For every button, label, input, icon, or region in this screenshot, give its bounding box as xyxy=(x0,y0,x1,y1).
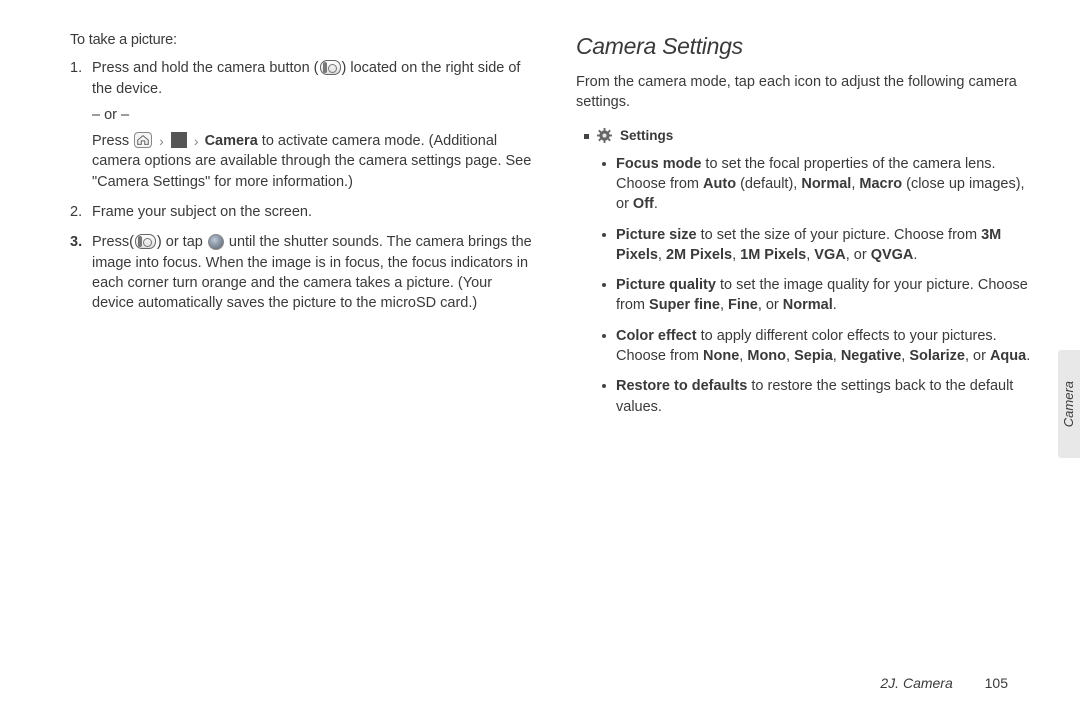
step-2: 2. Frame your subject on the screen. xyxy=(92,202,534,222)
chevron-icon: › xyxy=(194,133,199,149)
page-footer: 2J. Camera 105 xyxy=(880,674,1008,694)
steps-list: 1. Press and hold the camera button () l… xyxy=(70,58,534,313)
settings-list: Focus mode to set the focal properties o… xyxy=(576,154,1040,417)
setting-picture-quality: Picture quality to set the image quality… xyxy=(616,275,1040,316)
step-num: 1. xyxy=(70,58,82,78)
step-text: Press() or tap until the shutter sounds.… xyxy=(92,234,532,311)
step-text: Frame your subject on the screen. xyxy=(92,204,312,220)
settings-intro: From the camera mode, tap each icon to a… xyxy=(576,72,1040,113)
camera-button-icon xyxy=(320,60,341,75)
setting-color-effect: Color effect to apply different color ef… xyxy=(616,326,1040,367)
right-column: Camera Settings From the camera mode, ta… xyxy=(576,30,1040,427)
chevron-icon: › xyxy=(159,133,164,149)
camera-settings-heading: Camera Settings xyxy=(576,30,1040,62)
settings-label: Settings xyxy=(620,127,673,146)
setting-focus-mode: Focus mode to set the focal properties o… xyxy=(616,154,1040,215)
shutter-icon xyxy=(208,234,224,250)
gear-icon xyxy=(597,128,612,143)
take-picture-intro: To take a picture: xyxy=(70,30,534,50)
or-separator: – or – xyxy=(92,105,534,125)
step-num: 2. xyxy=(70,202,82,222)
page-content: To take a picture: 1. Press and hold the… xyxy=(0,0,1080,447)
home-key-icon xyxy=(134,132,152,148)
step-1: 1. Press and hold the camera button () l… xyxy=(92,58,534,192)
camera-label: Camera xyxy=(205,133,258,149)
setting-restore-defaults: Restore to defaults to restore the setti… xyxy=(616,376,1040,417)
step-1-alt: Press › › Camera to activate camera mode… xyxy=(92,131,534,192)
settings-header: Settings xyxy=(576,127,1040,146)
step-text: Press and hold the camera button () loca… xyxy=(92,60,520,96)
step-num: 3. xyxy=(70,232,82,252)
footer-section: 2J. Camera xyxy=(880,675,952,691)
side-tab-label: Camera xyxy=(1060,381,1078,427)
camera-button-icon xyxy=(135,234,156,249)
page-number: 105 xyxy=(985,675,1008,691)
section-side-tab: Camera xyxy=(1058,350,1080,458)
left-column: To take a picture: 1. Press and hold the… xyxy=(70,30,534,427)
square-bullet-icon xyxy=(584,134,589,139)
step-3: 3. Press() or tap until the shutter soun… xyxy=(92,232,534,313)
setting-picture-size: Picture size to set the size of your pic… xyxy=(616,225,1040,266)
apps-grid-icon xyxy=(171,132,187,148)
